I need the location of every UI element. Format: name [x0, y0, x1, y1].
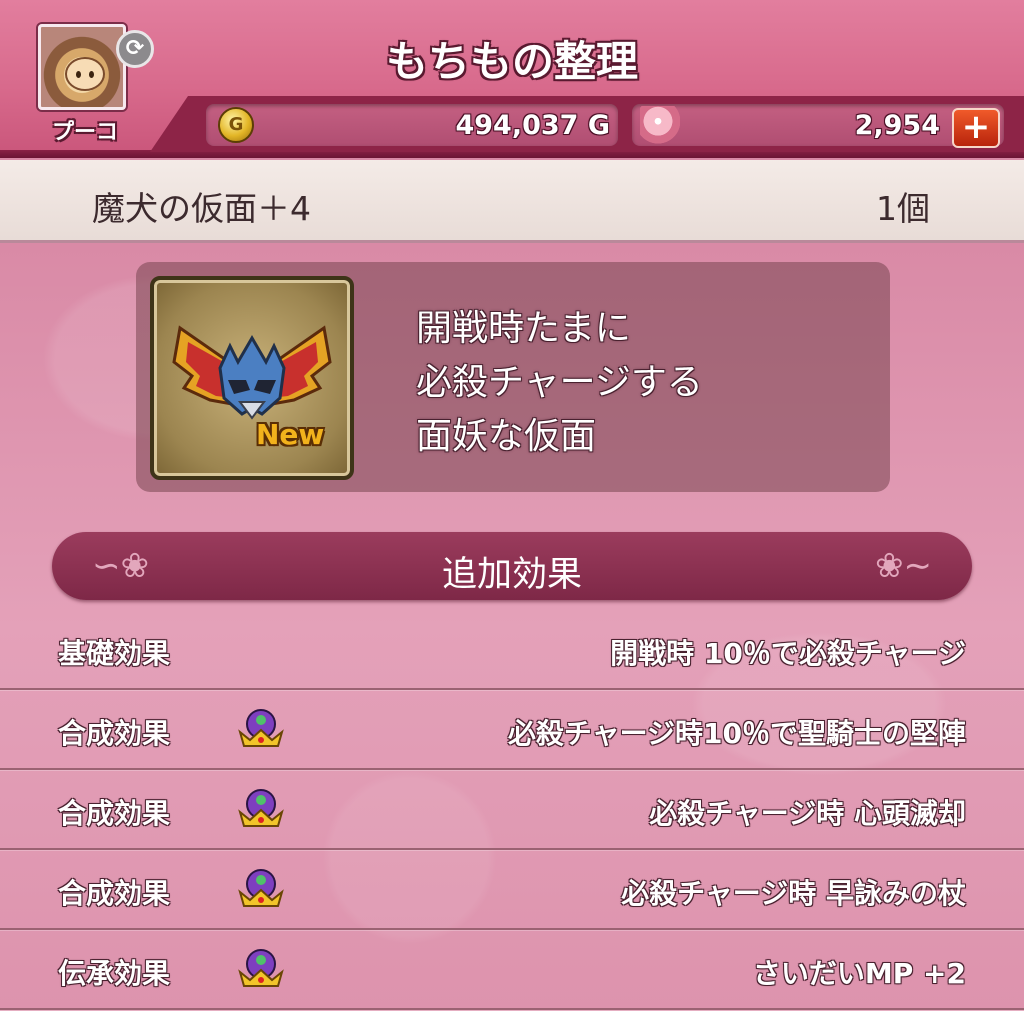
effect-label: 伝承効果: [58, 957, 171, 990]
effects-list: 基礎効果 開戦時 10％で必殺チャージ 合成効果 必殺チャージ時10％で聖騎士の…: [0, 610, 1024, 1010]
effect-label: 合成効果: [58, 797, 171, 830]
gem-icon: [640, 106, 680, 144]
crown-icon: [238, 709, 284, 747]
flourish-icon: ❀∼: [875, 546, 932, 586]
page-title: もちもの整理: [385, 37, 638, 86]
player-name: プーコ: [51, 120, 118, 145]
player-avatar[interactable]: [38, 24, 126, 110]
effect-row: 合成効果 必殺チャージ時 早詠みの杖: [0, 850, 1024, 930]
avatar-eye: [76, 71, 81, 78]
item-count: 1個: [876, 189, 930, 228]
effect-value: さいだいMP +2: [752, 957, 966, 990]
effect-label: 基礎効果: [58, 637, 171, 670]
item-name: 魔犬の仮面＋4: [92, 189, 311, 228]
description-line: 開戦時たまに: [416, 308, 631, 349]
effect-value: 開戦時 10％で必殺チャージ: [610, 637, 966, 670]
gold-coin-icon: G: [218, 107, 254, 143]
gem-amount: 2,954: [854, 110, 940, 141]
item-description: 開戦時たまに 必殺チャージする 面妖な仮面: [416, 302, 703, 464]
effect-row: 伝承効果 さいだいMP +2: [0, 930, 1024, 1010]
gem-display: [632, 104, 1004, 146]
gold-amount: 494,037 G: [455, 110, 610, 141]
item-name-bar: 魔犬の仮面＋4 1個: [0, 160, 1024, 243]
add-gems-button[interactable]: +: [952, 108, 1000, 148]
effect-value: 必殺チャージ時10％で聖騎士の堅陣: [507, 717, 966, 750]
crown-icon: [238, 949, 284, 987]
additional-effects-header: ∽❀ 追加効果 ❀∼: [52, 532, 972, 600]
effect-row: 合成効果 必殺チャージ時 心頭滅却: [0, 770, 1024, 850]
description-line: 必殺チャージする: [416, 362, 703, 403]
effect-row: 基礎効果 開戦時 10％で必殺チャージ: [0, 610, 1024, 690]
effect-label: 合成効果: [58, 877, 171, 910]
avatar-face: [65, 57, 105, 91]
effect-value: 必殺チャージ時 早詠みの杖: [621, 877, 966, 910]
effect-label: 合成効果: [58, 717, 171, 750]
effect-row: 合成効果 必殺チャージ時10％で聖騎士の堅陣: [0, 690, 1024, 770]
switch-character-icon[interactable]: ⟳: [116, 30, 154, 68]
crown-icon: [238, 869, 284, 907]
section-title: 追加効果: [441, 555, 582, 595]
new-badge: New: [256, 418, 325, 451]
effect-value: 必殺チャージ時 心頭滅却: [649, 797, 966, 830]
avatar-eye: [89, 71, 94, 78]
crown-icon: [238, 789, 284, 827]
description-line: 面妖な仮面: [416, 416, 597, 457]
